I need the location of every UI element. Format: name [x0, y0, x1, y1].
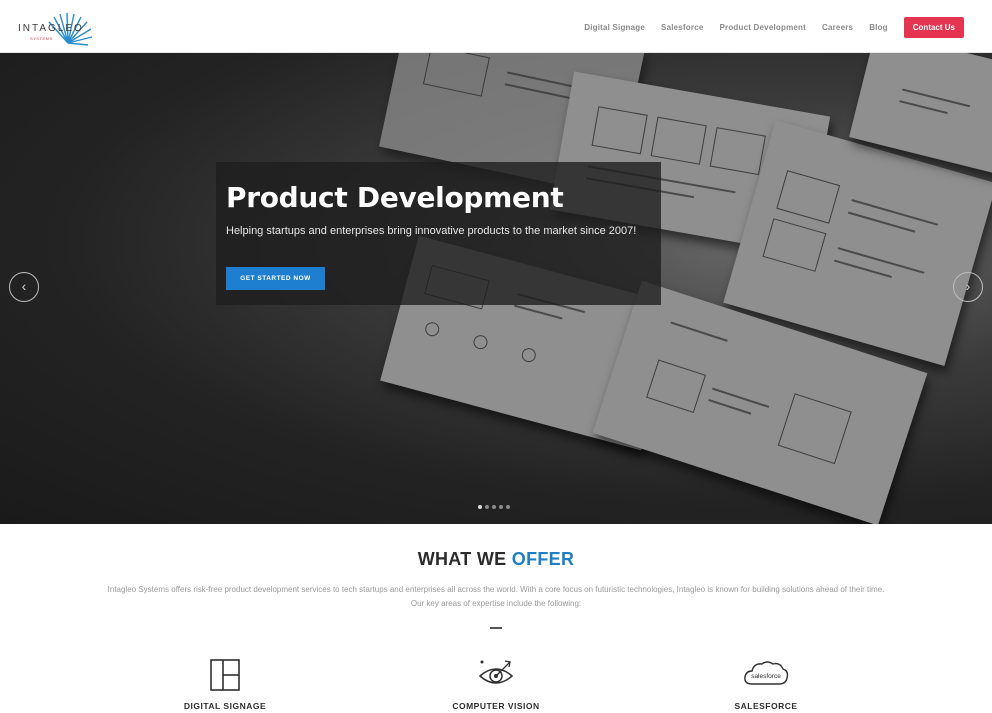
slider-pagination [478, 505, 513, 509]
hero-slider: Product Development Helping startups and… [0, 53, 992, 524]
service-digital-signage[interactable]: DIGITAL SIGNAGE [145, 655, 305, 711]
section-divider [490, 627, 502, 629]
get-started-button[interactable]: GET STARTED NOW [226, 267, 325, 290]
hero-title: Product Development [226, 181, 564, 214]
logo[interactable]: INTAGLEO SYSTEMS [18, 12, 98, 48]
chevron-right-icon: › [965, 278, 971, 294]
section-title-main: WHAT WE [417, 549, 512, 569]
slider-dot[interactable] [499, 505, 503, 509]
section-title-accent: OFFER [511, 549, 575, 569]
nav-digital-signage[interactable]: Digital Signage [584, 23, 645, 32]
section-description-sub: Our key areas of expertise include the f… [410, 598, 582, 608]
slider-dot[interactable] [506, 505, 510, 509]
service-label: DIGITAL SIGNAGE [183, 701, 267, 711]
slider-prev-button[interactable]: ‹ [9, 272, 39, 302]
section-title: WHAT WE OFFER [0, 549, 992, 570]
main-nav: Digital Signage Salesforce Product Devel… [568, 17, 964, 38]
service-label: COMPUTER VISION [452, 701, 540, 711]
nav-salesforce[interactable]: Salesforce [661, 23, 703, 32]
service-label: SALESFORCE [734, 701, 798, 711]
hero-caption: Product Development Helping startups and… [216, 162, 661, 305]
site-header: INTAGLEO SYSTEMS Digital Signage Salesfo… [0, 0, 992, 53]
service-salesforce[interactable]: salesforce SALESFORCE [686, 655, 846, 711]
slider-next-button[interactable]: › [953, 272, 983, 302]
slider-dot[interactable] [492, 505, 496, 509]
nav-product-development[interactable]: Product Development [720, 23, 806, 32]
section-description-main: Intagleo Systems offers risk-free produc… [107, 585, 885, 594]
nav-blog[interactable]: Blog [869, 23, 888, 32]
service-computer-vision[interactable]: COMPUTER VISION [416, 655, 576, 711]
eye-target-icon [416, 655, 576, 695]
slider-dot[interactable] [485, 505, 489, 509]
salesforce-cloud-icon: salesforce [686, 655, 846, 695]
slider-dot[interactable] [478, 505, 482, 509]
chevron-left-icon: ‹ [21, 278, 27, 294]
section-description: Intagleo Systems offers risk-free produc… [96, 583, 896, 610]
contact-us-button[interactable]: Contact Us [903, 17, 964, 38]
hero-subtitle: Helping startups and enterprises bring i… [226, 225, 637, 237]
logo-text: INTAGLEO [18, 23, 84, 34]
logo-subtext: SYSTEMS [30, 36, 53, 41]
svg-text:salesforce: salesforce [751, 673, 781, 680]
window-grid-icon [145, 655, 305, 695]
nav-careers[interactable]: Careers [822, 23, 853, 32]
